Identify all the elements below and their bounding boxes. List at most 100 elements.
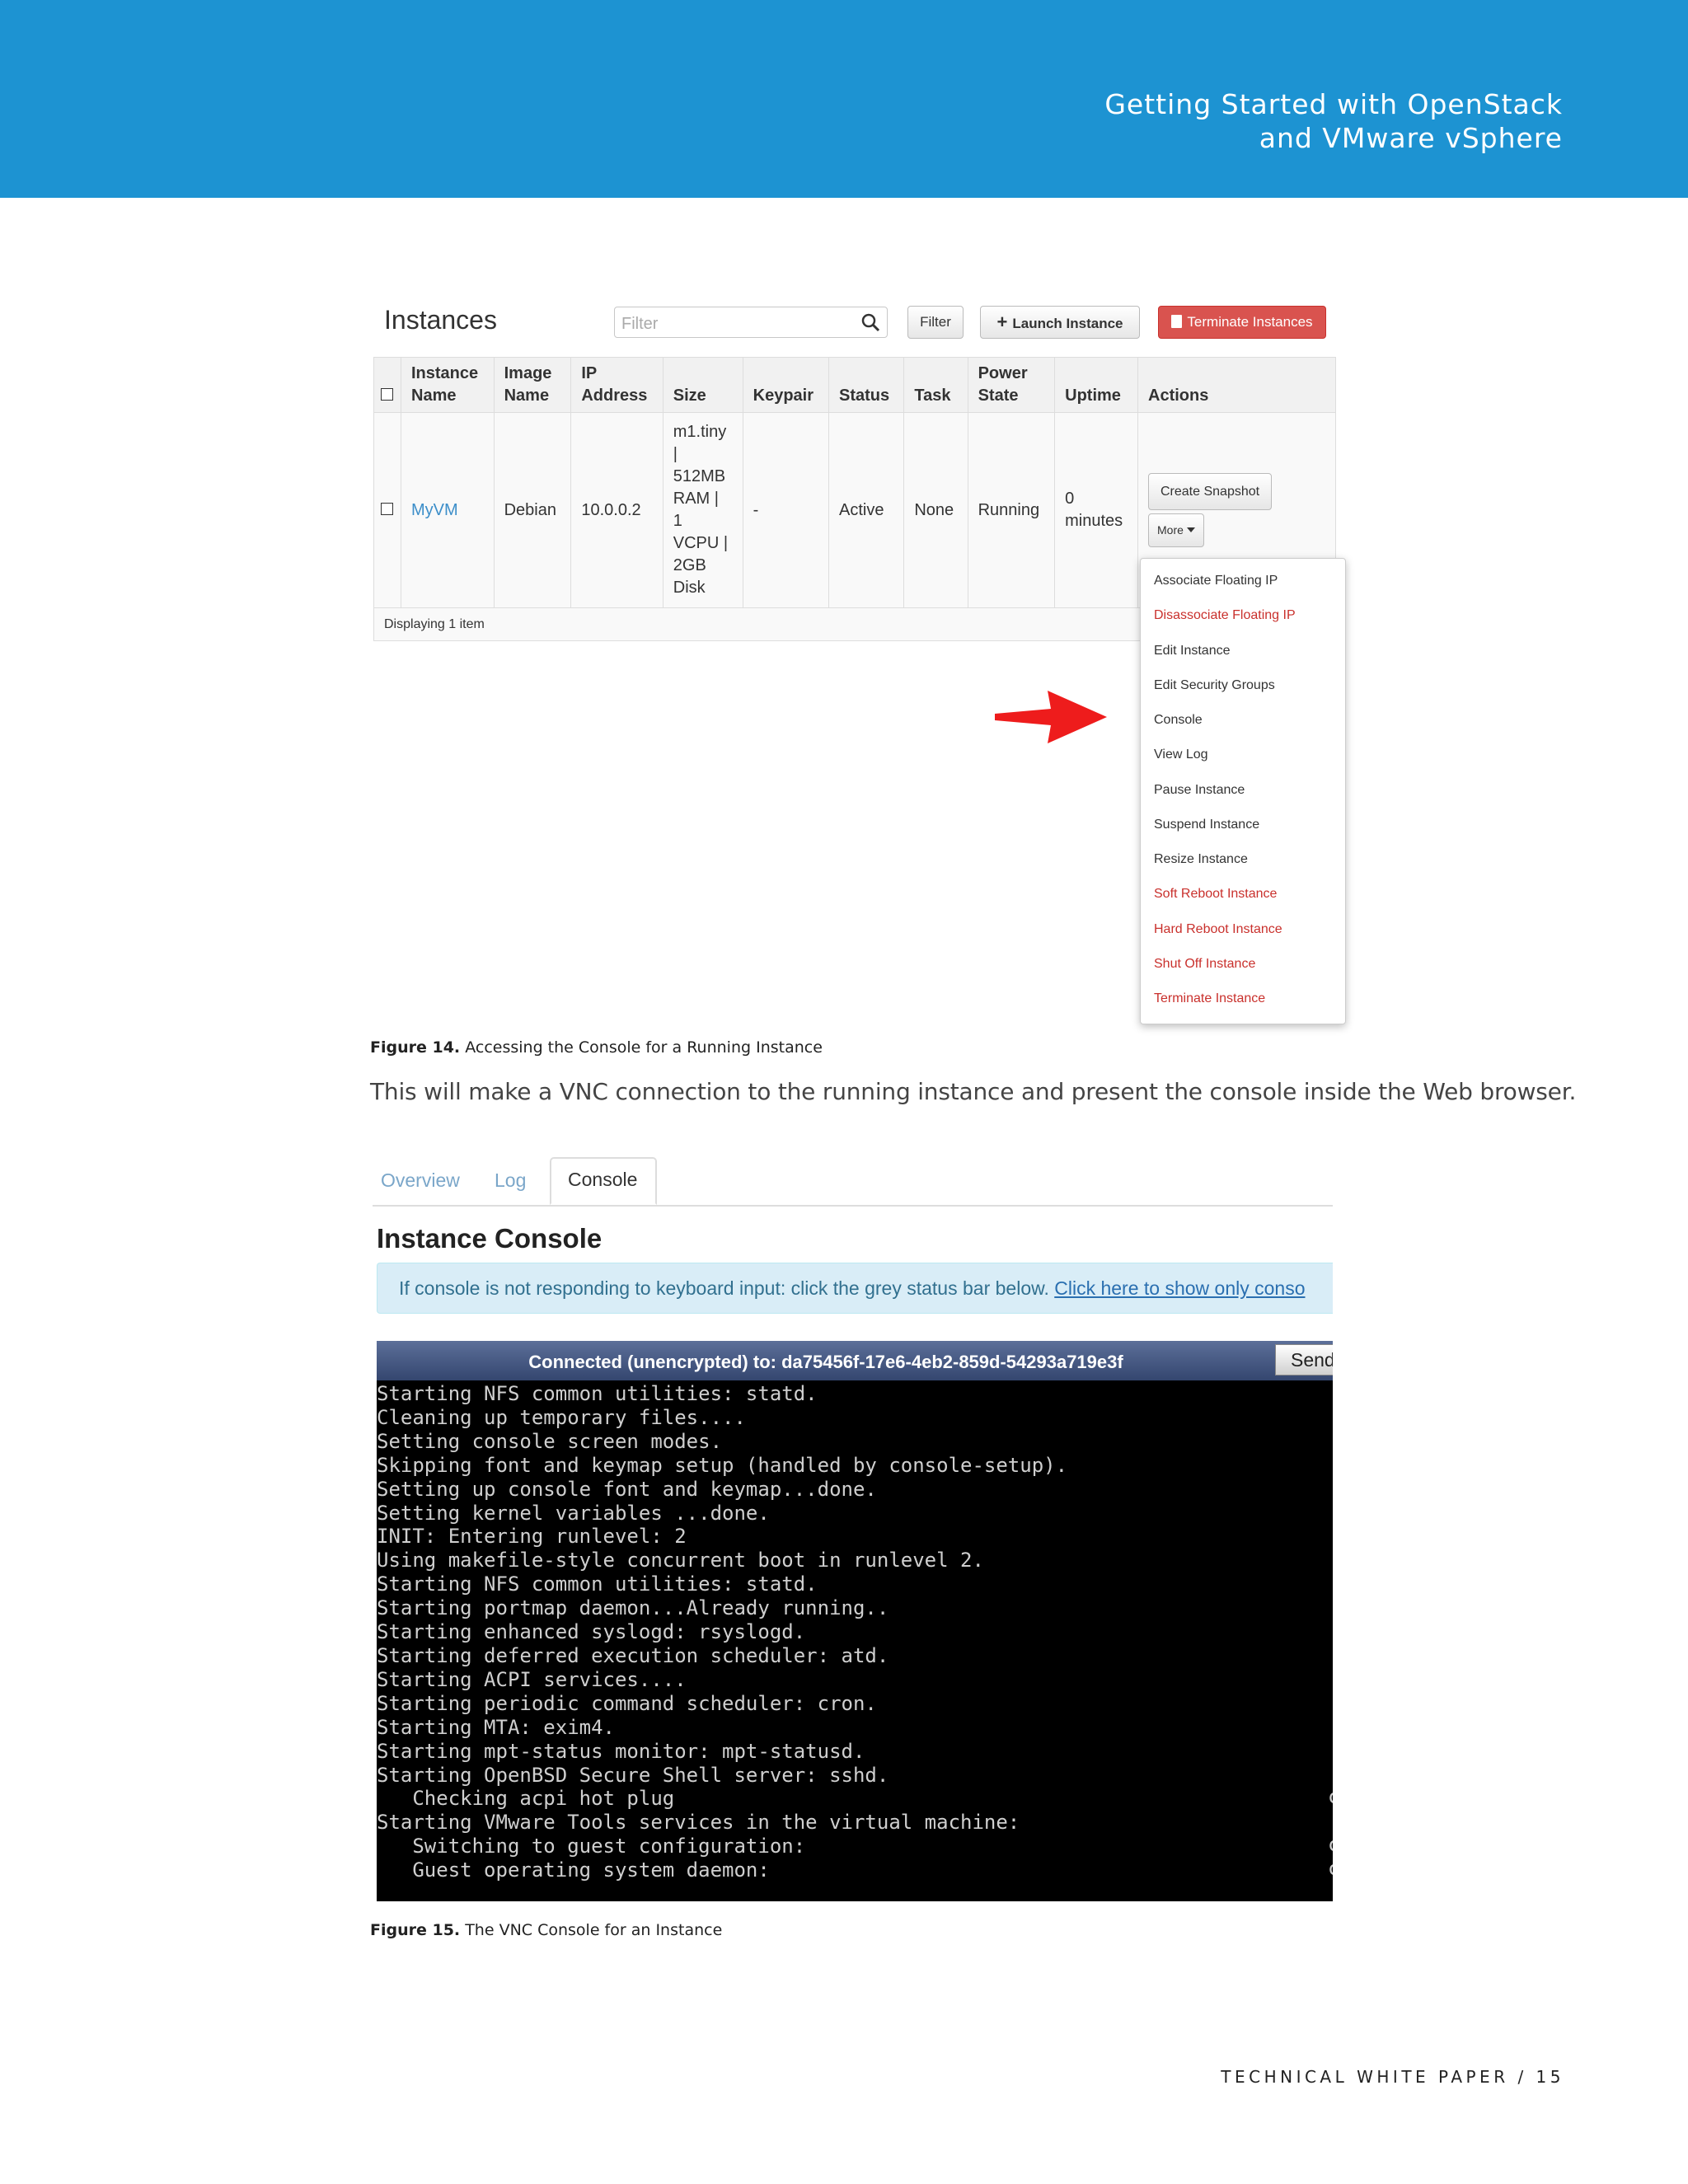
terminal-line: Checking acpi hot plug	[377, 1787, 675, 1811]
more-dropdown-button[interactable]: More	[1148, 513, 1204, 547]
show-only-console-link[interactable]: Click here to show only conso	[1054, 1277, 1305, 1299]
trash-icon	[1171, 315, 1183, 328]
terminal-line: Starting ACPI services....	[377, 1667, 687, 1691]
terminal-status-fragment: c	[1328, 1857, 1333, 1880]
col-keypair[interactable]: Keypair	[742, 357, 829, 413]
caret-down-icon	[1186, 527, 1195, 532]
col-instance-name[interactable]: Instance Name	[401, 357, 495, 413]
menu-item-edit-security-groups[interactable]: Edit Security Groups	[1154, 678, 1275, 693]
instance-tabs: Overview Log Console	[373, 1154, 1333, 1207]
col-status[interactable]: Status	[828, 357, 905, 413]
terminal-line: Guest operating system daemon:	[377, 1858, 770, 1882]
title-line-2: and VMware vSphere	[1259, 122, 1563, 154]
menu-item-terminate-instance[interactable]: Terminate Instance	[1154, 991, 1265, 1006]
select-all-cell	[373, 357, 401, 413]
launch-instance-button[interactable]: + Launch Instance	[980, 306, 1140, 339]
plus-icon: +	[996, 312, 1008, 332]
console-info-alert: If console is not responding to keyboard…	[377, 1263, 1333, 1314]
terminal-status-fragment: c	[1328, 1833, 1333, 1856]
menu-item-suspend-instance[interactable]: Suspend Instance	[1154, 818, 1259, 832]
menu-item-resize-instance[interactable]: Resize Instance	[1154, 852, 1248, 867]
tab-console[interactable]: Console	[550, 1157, 657, 1205]
instance-console-title: Instance Console	[377, 1223, 603, 1254]
instances-title: Instances	[384, 305, 497, 335]
terminal-line: Starting periodic command scheduler: cro…	[377, 1691, 877, 1715]
tab-overview[interactable]: Overview	[381, 1169, 460, 1192]
cell-task: None	[903, 412, 968, 608]
body-paragraph: This will make a VNC connection to the r…	[370, 1078, 1577, 1105]
row-checkbox[interactable]	[381, 502, 393, 515]
header-banner: Getting Started with OpenStack and VMwar…	[0, 0, 1688, 198]
terminal-line: Switching to guest configuration:	[377, 1835, 806, 1858]
menu-item-shut-off-instance[interactable]: Shut Off Instance	[1154, 957, 1255, 972]
document-title: Getting Started with OpenStack and VMwar…	[1104, 87, 1563, 155]
figure-14-instances-screenshot: Instances Filter Filter + Launch Instance…	[371, 297, 1352, 1034]
cell-keypair: -	[742, 412, 829, 608]
terminal-line: Setting console screen modes.	[377, 1429, 723, 1453]
table-header-row: Instance Name Image Name IP Address Size Ke…	[373, 357, 1336, 413]
terminal-line: Setting up console font and keymap...don…	[377, 1477, 877, 1501]
figure-15-console-screenshot: Overview Log Console Instance Console If…	[373, 1154, 1333, 1904]
col-image-name[interactable]: Image Name	[493, 357, 572, 413]
cell-ip-address: 10.0.0.2	[570, 412, 663, 608]
col-actions: Actions	[1137, 357, 1336, 413]
terminal-output: Starting NFS common utilities: statd. Cle…	[377, 1382, 1333, 1882]
instance-link[interactable]: MyVM	[411, 501, 458, 519]
vnc-status-text: Connected (unencrypted) to: da75456f-17e…	[528, 1352, 1123, 1372]
terminal-line: Starting MTA: exim4.	[377, 1715, 615, 1739]
terminal-line: Starting NFS common utilities: statd.	[377, 1572, 818, 1596]
red-arrow-icon	[995, 691, 1107, 743]
col-size[interactable]: Size	[662, 357, 743, 413]
terminate-instances-label: Terminate Instances	[1187, 314, 1313, 330]
col-task[interactable]: Task	[903, 357, 968, 413]
terminal-line: Starting enhanced syslogd: rsyslogd.	[377, 1620, 806, 1644]
more-label: More	[1157, 523, 1184, 537]
menu-item-console[interactable]: Console	[1154, 713, 1203, 728]
menu-item-soft-reboot-instance[interactable]: Soft Reboot Instance	[1154, 887, 1277, 902]
terminal-line: Starting NFS common utilities: statd.	[377, 1382, 818, 1405]
filter-placeholder: Filter	[621, 315, 659, 333]
menu-item-view-log[interactable]: View Log	[1154, 748, 1208, 762]
terminal-line: Starting portmap daemon...Already runnin…	[377, 1596, 889, 1620]
menu-item-pause-instance[interactable]: Pause Instance	[1154, 783, 1245, 798]
terminal-line: Starting mpt-status monitor: mpt-statusd…	[377, 1739, 865, 1763]
menu-item-hard-reboot-instance[interactable]: Hard Reboot Instance	[1154, 922, 1282, 937]
cell-image-name: Debian	[493, 412, 572, 608]
select-all-checkbox[interactable]	[381, 388, 393, 401]
tab-log[interactable]: Log	[495, 1169, 526, 1192]
filter-button[interactable]: Filter	[907, 306, 964, 339]
terminal-line: Using makefile-style concurrent boot in …	[377, 1549, 984, 1572]
terminal-line: INIT: Entering runlevel: 2	[377, 1525, 687, 1549]
vnc-status-bar[interactable]: Connected (unencrypted) to: da75456f-17e…	[377, 1341, 1333, 1380]
search-icon	[861, 313, 880, 332]
launch-instance-label: Launch Instance	[1012, 316, 1123, 331]
terminal-line: Starting VMware Tools services in the vi…	[377, 1811, 1020, 1835]
terminate-instances-button[interactable]: Terminate Instances	[1158, 306, 1326, 339]
cell-power-state: Running	[967, 412, 1056, 608]
create-snapshot-button[interactable]: Create Snapshot	[1148, 473, 1273, 510]
menu-item-associate-floating-ip[interactable]: Associate Floating IP	[1154, 574, 1278, 588]
terminal-line: Setting kernel variables ...done.	[377, 1501, 770, 1525]
menu-item-disassociate-floating-ip[interactable]: Disassociate Floating IP	[1154, 608, 1296, 623]
terminal-status-fragment: c	[1328, 1785, 1333, 1808]
vnc-console[interactable]: Connected (unencrypted) to: da75456f-17e…	[377, 1341, 1333, 1901]
cell-uptime: 0 minutes	[1054, 412, 1138, 608]
more-actions-menu: Associate Floating IP Disassociate Float…	[1140, 558, 1346, 1024]
page-footer: TECHNICAL WHITE PAPER / 15	[1221, 2067, 1564, 2087]
terminal-line: Skipping font and keymap setup (handled …	[377, 1453, 1068, 1477]
filter-input[interactable]: Filter	[614, 307, 888, 338]
col-uptime[interactable]: Uptime	[1054, 357, 1138, 413]
menu-item-edit-instance[interactable]: Edit Instance	[1154, 644, 1231, 658]
info-text: If console is not responding to keyboard…	[399, 1277, 1049, 1299]
cell-instance-name: MyVM	[401, 412, 495, 608]
send-button[interactable]: Send	[1275, 1344, 1333, 1376]
figure-15-caption: Figure 15. The VNC Console for an Instan…	[370, 1921, 723, 1939]
figure-14-caption: Figure 14. Accessing the Console for a R…	[370, 1038, 823, 1057]
cell-size: m1.tiny | 512MB RAM | 1 VCPU | 2GB Disk	[662, 412, 743, 608]
col-power-state[interactable]: Power State	[967, 357, 1056, 413]
terminal-line: Starting deferred execution scheduler: a…	[377, 1643, 889, 1667]
col-ip-address[interactable]: IP Address	[570, 357, 663, 413]
row-select-cell	[373, 412, 401, 608]
terminal-line: Cleaning up temporary files....	[377, 1405, 746, 1429]
terminal-line: Starting OpenBSD Secure Shell server: ss…	[377, 1763, 889, 1787]
